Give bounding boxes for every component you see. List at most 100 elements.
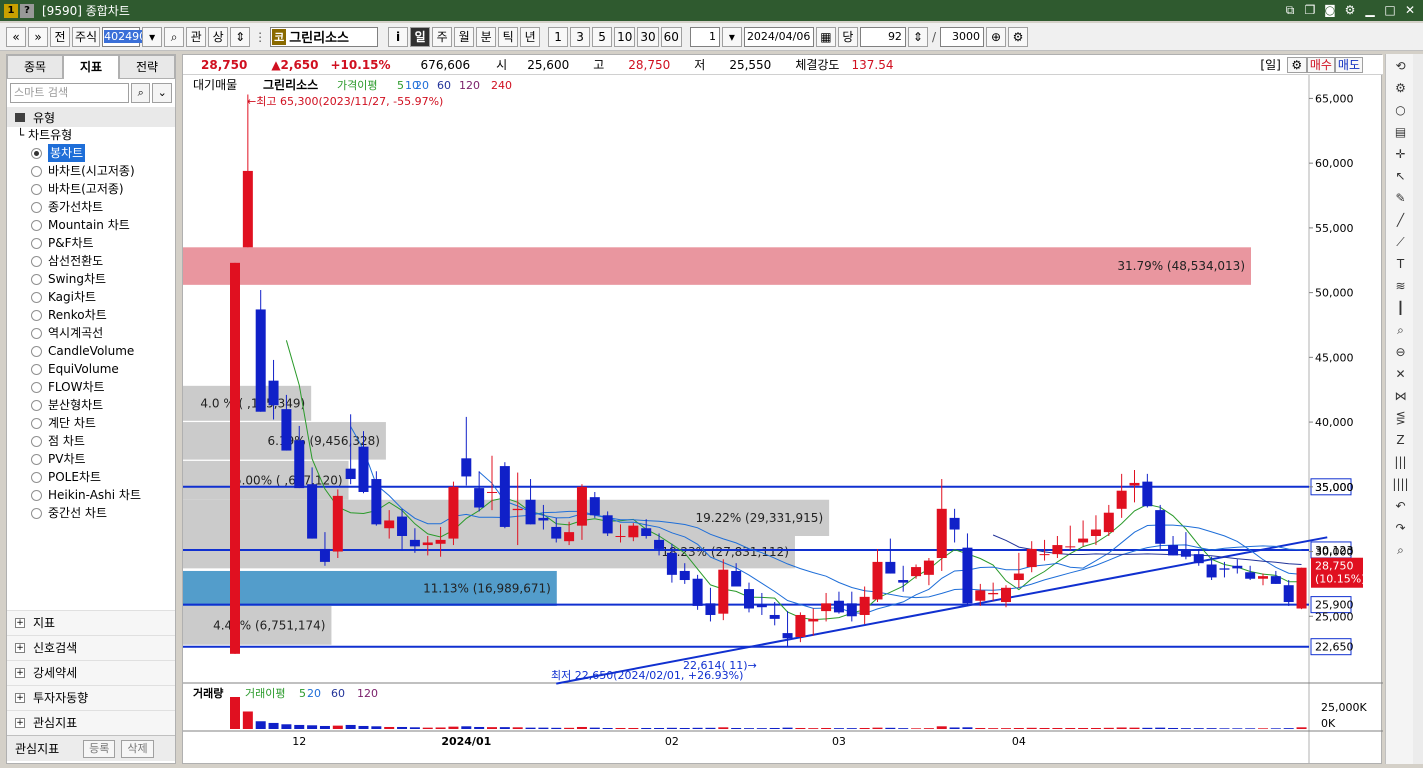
jeon-button[interactable]: 전 <box>50 26 70 47</box>
radio-icon[interactable] <box>31 201 42 213</box>
radio-icon[interactable] <box>31 165 42 177</box>
grid-lines-icon[interactable]: |||| <box>1390 474 1412 494</box>
chart-settings-icon[interactable]: ⚙ <box>1286 56 1307 73</box>
link-icon[interactable]: ⧉ <box>1283 2 1297 18</box>
circle-icon[interactable]: ○ <box>1390 100 1412 120</box>
interval-dropdown-icon[interactable]: ▾ <box>721 26 742 47</box>
zoom-out-icon[interactable]: ⊖ <box>1390 342 1412 362</box>
register-button[interactable]: 등록 <box>83 739 116 758</box>
chart-type-item[interactable]: 점 차트 <box>7 432 175 450</box>
interval-10-button[interactable]: 10 <box>614 26 636 47</box>
radio-icon[interactable] <box>31 453 42 465</box>
radio-icon[interactable] <box>31 345 42 357</box>
candle-icon[interactable]: ┃ <box>1390 298 1412 318</box>
copy-icon[interactable]: ❐ <box>1303 2 1317 18</box>
chart-type-item[interactable]: Swing차트 <box>7 270 175 288</box>
camera-icon[interactable]: ◙ <box>1323 2 1337 18</box>
radio-icon[interactable] <box>31 219 42 231</box>
radio-icon[interactable] <box>31 363 42 375</box>
radio-icon[interactable] <box>31 399 42 411</box>
chart-type-item[interactable]: P&F차트 <box>7 234 175 252</box>
interval-30-button[interactable]: 30 <box>637 26 659 47</box>
redo-icon[interactable]: ↷ <box>1390 518 1412 538</box>
radio-icon[interactable] <box>31 237 42 249</box>
smart-search-input[interactable]: 스마트 검색 <box>10 83 129 103</box>
chart-type-item[interactable]: 종가선차트 <box>7 198 175 216</box>
radio-icon[interactable] <box>31 327 42 339</box>
gwan-button[interactable]: 관 <box>186 26 207 47</box>
period-minute-button[interactable]: 분 <box>476 26 497 47</box>
count-stepper-icon[interactable]: ⇕ <box>907 26 928 47</box>
group-favorite[interactable]: + 관심지표 <box>7 710 175 735</box>
period-week-button[interactable]: 주 <box>432 26 453 47</box>
radio-icon[interactable] <box>31 147 42 159</box>
magnifier-icon[interactable]: ⌕ <box>1390 540 1412 560</box>
interval-1-button[interactable]: 1 <box>548 26 569 47</box>
radio-icon[interactable] <box>31 309 42 321</box>
gear-icon[interactable]: ⚙ <box>1390 78 1412 98</box>
undo-icon[interactable]: ↶ <box>1390 496 1412 516</box>
chart-type-item[interactable]: 봉차트 <box>7 144 175 162</box>
tab-indicator[interactable]: 지표 <box>63 55 119 79</box>
search-icon[interactable]: ⌕ <box>164 26 185 47</box>
prev-button[interactable]: « <box>6 26 26 47</box>
bar-chart-icon[interactable]: ▤ <box>1390 122 1412 142</box>
period-year-button[interactable]: 년 <box>520 26 541 47</box>
dang-button[interactable]: 당 <box>837 26 858 47</box>
pattern-icon[interactable]: ⋈ <box>1390 386 1412 406</box>
chart-type-item[interactable]: CandleVolume <box>7 342 175 360</box>
sell-button[interactable]: 매도 <box>1334 56 1363 73</box>
auto-line-icon[interactable]: ⟋ <box>1390 232 1412 252</box>
group-investor[interactable]: + 투자자동향 <box>7 685 175 710</box>
tab-strategy[interactable]: 전략 <box>119 55 175 79</box>
minimize-icon[interactable]: ▁ <box>1363 2 1377 18</box>
next-button[interactable]: » <box>28 26 48 47</box>
group-indicator[interactable]: + 지표 <box>7 610 175 635</box>
radio-icon[interactable] <box>31 381 42 393</box>
type-section-header[interactable]: 유형 <box>7 107 175 127</box>
stock-name-box[interactable]: 코 그린리소스 <box>270 26 379 47</box>
chart-type-item[interactable]: Kagi차트 <box>7 288 175 306</box>
text-icon[interactable]: T <box>1390 254 1412 274</box>
zoom-icon[interactable]: ⌕ <box>1390 320 1412 340</box>
refresh-icon[interactable]: ⟲ <box>1390 56 1412 76</box>
interval-5-button[interactable]: 5 <box>592 26 613 47</box>
zoom-search-icon[interactable]: ⊕ <box>985 26 1006 47</box>
pointer-icon[interactable]: ↖ <box>1390 166 1412 186</box>
chart-type-item[interactable]: Mountain 차트 <box>7 216 175 234</box>
close-icon[interactable]: ✕ <box>1403 2 1417 18</box>
chart-type-item[interactable]: FLOW차트 <box>7 378 175 396</box>
pen-icon[interactable]: ✎ <box>1390 188 1412 208</box>
radio-icon[interactable] <box>31 273 42 285</box>
line-icon[interactable]: ╱ <box>1390 210 1412 230</box>
chart-type-item[interactable]: 삼선전환도 <box>7 252 175 270</box>
radio-icon[interactable] <box>31 507 42 519</box>
radio-icon[interactable] <box>31 255 42 267</box>
fibonacci-icon[interactable]: ≋ <box>1390 276 1412 296</box>
radio-icon[interactable] <box>31 291 42 303</box>
updown-stepper-icon[interactable]: ⇕ <box>230 26 251 47</box>
period-tick-button[interactable]: 틱 <box>498 26 519 47</box>
chart-type-item[interactable]: POLE차트 <box>7 468 175 486</box>
interval-input[interactable]: 1 <box>689 26 720 47</box>
chart-type-item[interactable]: 중간선 차트 <box>7 504 175 522</box>
period-month-button[interactable]: 월 <box>454 26 475 47</box>
date-input[interactable]: 2024/04/06 <box>743 26 814 47</box>
zigzag-icon[interactable]: Z <box>1390 430 1412 450</box>
chart-type-item[interactable]: PV차트 <box>7 450 175 468</box>
gear-icon[interactable]: ⚙ <box>1343 2 1357 18</box>
search-icon[interactable]: ⌕ <box>130 83 151 103</box>
radio-icon[interactable] <box>31 417 42 429</box>
radio-icon[interactable] <box>31 183 42 195</box>
radio-icon[interactable] <box>31 435 42 447</box>
tab-stock[interactable]: 종목 <box>7 55 63 79</box>
code-dropdown-icon[interactable]: ▾ <box>142 26 163 47</box>
market-select[interactable]: 주식 <box>72 26 101 47</box>
radio-icon[interactable] <box>31 471 42 483</box>
cross-tool-icon[interactable]: ✕ <box>1390 364 1412 384</box>
calendar-icon[interactable]: ▦ <box>815 26 836 47</box>
group-signal[interactable]: + 신호검색 <box>7 635 175 660</box>
buy-button[interactable]: 매수 <box>1306 56 1335 73</box>
compare-icon[interactable]: ⋚ <box>1390 408 1412 428</box>
sang-button[interactable]: 상 <box>208 26 229 47</box>
